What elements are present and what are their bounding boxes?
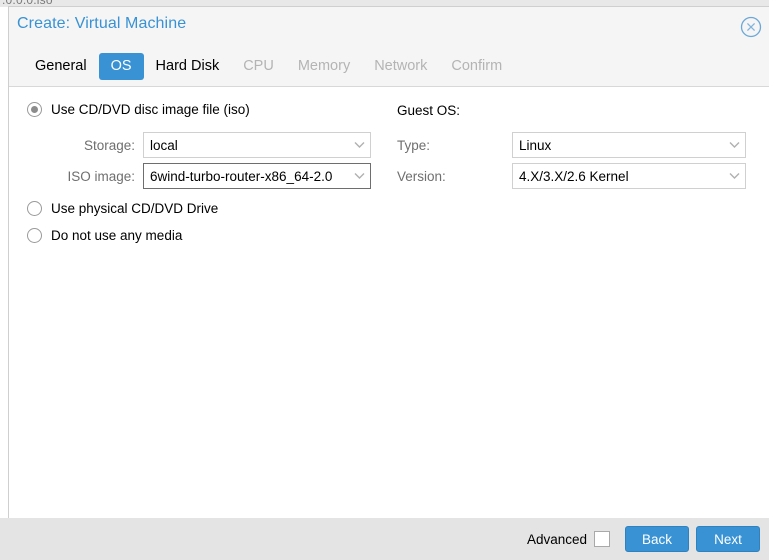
guest-os-type-row: Type: Linux: [397, 132, 746, 158]
iso-image-label: ISO image:: [67, 168, 135, 184]
chevron-down-icon: [348, 172, 370, 180]
radio-no-media[interactable]: Do not use any media: [27, 228, 182, 243]
radio-label-physical-drive: Use physical CD/DVD Drive: [51, 201, 219, 216]
radio-use-physical-drive[interactable]: Use physical CD/DVD Drive: [27, 201, 218, 216]
back-button[interactable]: Back: [625, 526, 689, 552]
radio-indicator-iso: [27, 102, 42, 117]
tab-cpu: CPU: [243, 58, 274, 74]
guest-os-heading: Guest OS:: [397, 103, 461, 118]
next-button[interactable]: Next: [696, 526, 760, 552]
guest-os-type-value: Linux: [519, 137, 552, 153]
dialog-body: Use CD/DVD disc image file (iso) Storage…: [9, 87, 769, 519]
radio-use-iso-file[interactable]: Use CD/DVD disc image file (iso): [27, 102, 250, 117]
wizard-tab-bar: General OS Hard Disk CPU Memory Network …: [23, 53, 514, 80]
guest-os-version-row: Version: 4.X/3.X/2.6 Kernel: [397, 163, 746, 189]
tab-general[interactable]: General: [23, 53, 99, 80]
radio-indicator-physical-drive: [27, 201, 42, 216]
tab-os[interactable]: OS: [98, 53, 144, 80]
guest-os-type-select[interactable]: Linux: [512, 132, 746, 158]
close-icon[interactable]: [739, 15, 763, 39]
chevron-down-icon: [348, 141, 370, 149]
chevron-down-icon: [723, 172, 745, 180]
radio-label-no-media: Do not use any media: [51, 228, 183, 243]
storage-select[interactable]: local: [143, 132, 371, 158]
dialog-title: Create: Virtual Machine: [17, 15, 187, 32]
tab-network: Network: [374, 58, 428, 74]
storage-select-value: local: [150, 137, 178, 153]
advanced-label: Advanced: [526, 531, 587, 547]
dialog-header: Create: Virtual Machine General OS Hard …: [9, 7, 769, 87]
guest-os-version-select[interactable]: 4.X/3.X/2.6 Kernel: [512, 163, 746, 189]
iso-image-select-value: 6wind-turbo-router-x86_64-2.0: [150, 168, 333, 184]
radio-label-iso: Use CD/DVD disc image file (iso): [51, 102, 250, 117]
storage-label: Storage:: [83, 137, 135, 153]
radio-indicator-no-media: [27, 228, 42, 243]
storage-field-row: Storage: local: [27, 132, 371, 158]
footer-button-group: Back Next: [625, 526, 760, 552]
tab-memory: Memory: [297, 58, 351, 74]
iso-image-field-row: ISO image: 6wind-turbo-router-x86_64-2.0: [27, 163, 371, 189]
iso-image-select[interactable]: 6wind-turbo-router-x86_64-2.0: [143, 163, 371, 189]
dialog-footer: Advanced Back Next: [0, 518, 769, 560]
guest-os-version-value: 4.X/3.X/2.6 Kernel: [519, 168, 629, 184]
create-vm-dialog: Create: Virtual Machine General OS Hard …: [8, 6, 769, 519]
guest-os-version-label: Version:: [397, 168, 446, 184]
tab-hard-disk[interactable]: Hard Disk: [144, 53, 232, 80]
guest-os-type-label: Type:: [397, 137, 431, 153]
advanced-checkbox[interactable]: [594, 531, 610, 547]
chevron-down-icon: [723, 141, 745, 149]
tab-confirm: Confirm: [451, 58, 503, 74]
